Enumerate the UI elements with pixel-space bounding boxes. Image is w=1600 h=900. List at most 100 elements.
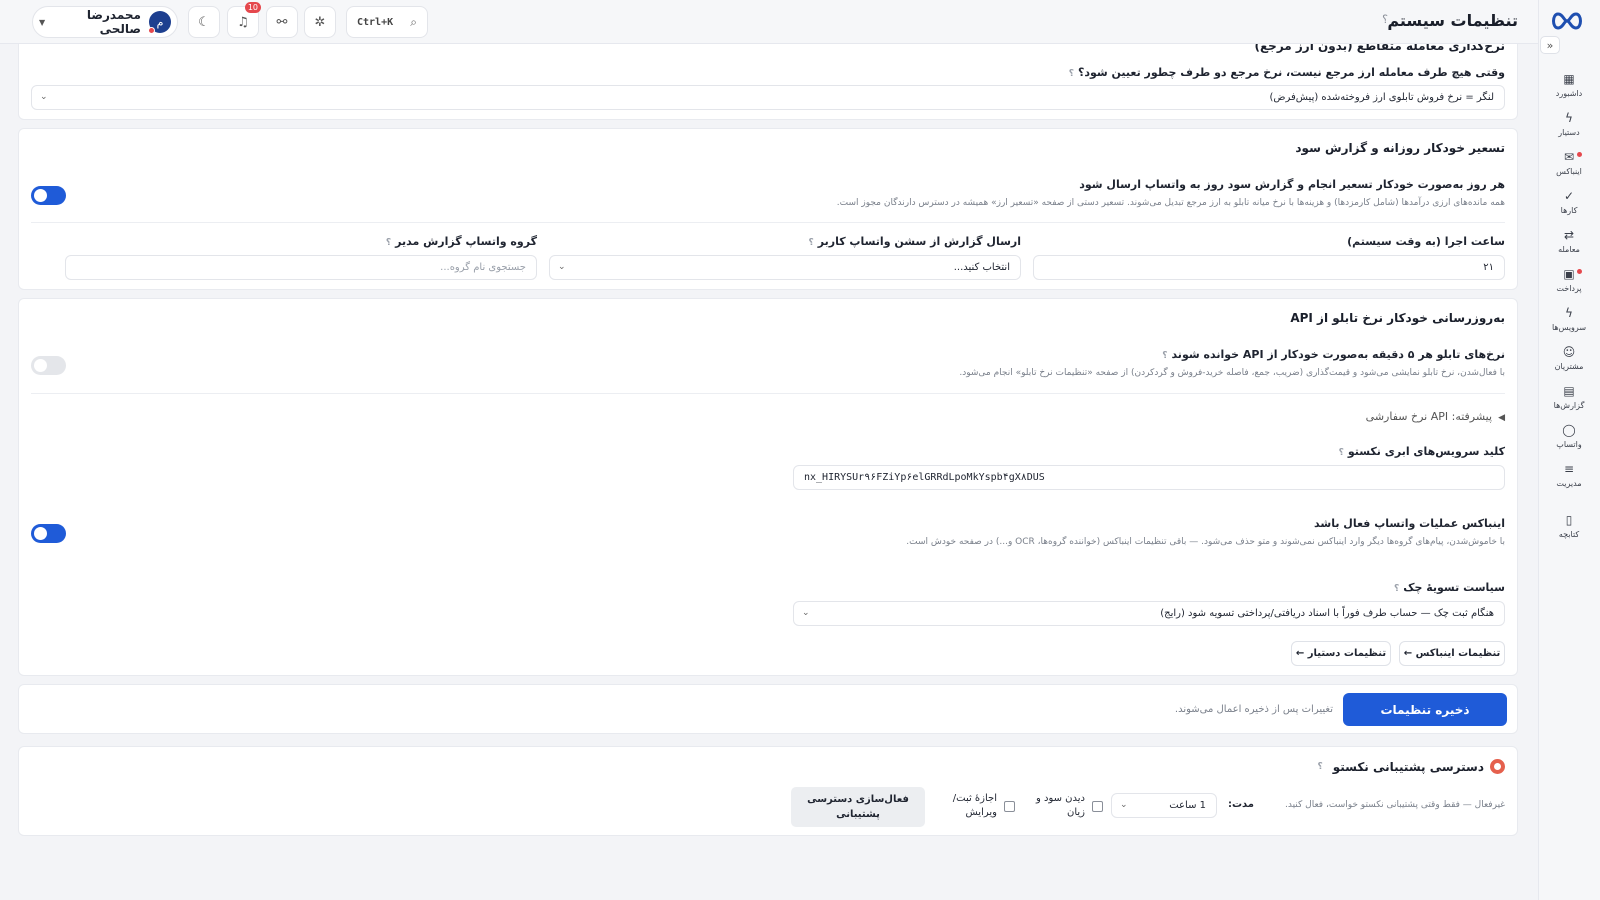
- notifications-button[interactable]: ♫ 10: [227, 2, 261, 38]
- save-settings-button[interactable]: ذخیره تنظیمات: [1343, 693, 1507, 726]
- group-placeholder: جستجوی نام گروه...: [440, 262, 526, 273]
- sidebar-item-admin[interactable]: ≡ مدیریت: [1538, 456, 1600, 495]
- sidebar-item-reports[interactable]: ▤ گزارش‌ها: [1538, 378, 1600, 417]
- chevron-down-icon: ⌄: [558, 262, 566, 272]
- link-icon: ⚯: [276, 14, 288, 30]
- edit-permission-checkbox[interactable]: [1004, 801, 1015, 812]
- cloud-key-input[interactable]: nx_HIRYSUr۹۶FZiYp۶elGRRdLpoMkYspb۴gX۸DUS: [793, 465, 1505, 490]
- sidebar-item-tasks[interactable]: ✓ کارها: [1538, 183, 1600, 222]
- sidebar-item-services[interactable]: ϟ سرویس‌ها: [1538, 300, 1600, 339]
- group-label: گروه واتساپ گزارش مدیر ؟: [386, 235, 537, 248]
- theme-toggle-button[interactable]: ☾: [188, 6, 220, 38]
- daily-revaluation-toggle[interactable]: [31, 186, 66, 205]
- sidebar-item-whatsapp[interactable]: ◯ واتساپ: [1538, 417, 1600, 456]
- duration-label: مدت:: [1227, 799, 1254, 810]
- command-search-button[interactable]: Ctrl+K ⌕: [346, 6, 428, 38]
- api-rates-title: به‌روزرسانی خودکار نرخ تابلو از API: [1290, 311, 1505, 325]
- session-select[interactable]: انتخاب کنید... ⌄: [549, 255, 1021, 280]
- profit-loss-line2: زیان: [1066, 807, 1085, 818]
- assistant-settings-button[interactable]: تنظیمات دستیار ←: [1291, 641, 1391, 666]
- book-icon: ▯: [1565, 513, 1573, 527]
- edit-permission-line2: ویرایش: [965, 807, 997, 818]
- group-search-input[interactable]: جستجوی نام گروه...: [65, 255, 537, 280]
- session-value: انتخاب کنید...: [953, 262, 1010, 273]
- profit-loss-line1: دیدن سود و: [1035, 793, 1085, 804]
- help-icon[interactable]: ؟: [1394, 584, 1399, 594]
- sidebar-item-payment[interactable]: ▣ پرداخت: [1538, 261, 1600, 300]
- notification-badge: 10: [244, 2, 261, 13]
- run-time-label: ساعت اجرا (به وقت سیستم): [1347, 235, 1505, 248]
- bell-icon: ♫: [237, 14, 249, 30]
- sliders-icon: ≡: [1563, 462, 1575, 476]
- edit-permission-label: اجازهٔ ثبت/ویرایش: [937, 792, 997, 820]
- help-icon[interactable]: ؟: [386, 238, 391, 248]
- help-icon[interactable]: ؟: [1069, 69, 1074, 79]
- advanced-api-disclosure[interactable]: ◀ پیشرفته: API نرخ سفارشی: [1366, 410, 1505, 423]
- session-label: ارسال گزارش از سشن واتساپ کاربر؟: [809, 235, 1021, 248]
- inbox-toggle[interactable]: [31, 524, 66, 543]
- cross-rate-title: نرخ‌گذاری معامله متقاطع (بدون ارز مرجع): [1254, 44, 1506, 53]
- daily-revaluation-title: تسعیر خودکار روزانه و گزارش سود: [1295, 141, 1505, 155]
- sidebar-item-inbox[interactable]: ✉ اینباکس: [1538, 144, 1600, 183]
- status-dot: [148, 27, 155, 34]
- top-bar: تنظیمات سیستم ؟ Ctrl+K ⌕ ✲ ⚯ ♫ 10 ☾ م محم…: [0, 0, 1538, 44]
- swap-icon: ⇄: [1563, 228, 1575, 242]
- inbox-icon: ✉: [1563, 150, 1575, 164]
- chevron-down-icon: ⌄: [40, 92, 48, 102]
- app-logo-icon[interactable]: [1550, 10, 1584, 32]
- lifebuoy-icon: [1490, 759, 1505, 774]
- cross-rate-value: لنگر = نرخ فروش تابلوی ارز فروخته‌شده (پ…: [1269, 92, 1494, 103]
- chevron-down-icon: ⌄: [802, 608, 810, 618]
- cross-rate-card: نرخ‌گذاری معامله متقاطع (بدون ارز مرجع) …: [18, 44, 1518, 120]
- cross-rate-select[interactable]: لنگر = نرخ فروش تابلوی ارز فروخته‌شده (پ…: [31, 85, 1505, 110]
- chevron-down-icon: ▼: [39, 17, 46, 27]
- wallet-icon: ▣: [1563, 267, 1575, 281]
- cheque-policy-text: سیاست تسویهٔ چک: [1403, 581, 1505, 594]
- moon-icon: ☾: [198, 14, 210, 30]
- sidebar-item-assistant[interactable]: ϟ دستیار: [1538, 105, 1600, 144]
- run-time-input[interactable]: ۲۱: [1033, 255, 1505, 280]
- api-rates-toggle[interactable]: [31, 356, 66, 375]
- bolt-icon: ϟ: [1565, 111, 1573, 125]
- cheque-policy-select[interactable]: هنگام ثبت چک — حساب طرف فوراً با اسناد د…: [793, 601, 1505, 626]
- sidebar-item-dashboard[interactable]: ▦ داشبورد: [1538, 66, 1600, 105]
- support-title: دسترسی پشتیبانی نکستو ؟: [1317, 759, 1505, 774]
- help-icon[interactable]: ؟: [809, 238, 814, 248]
- divider: [31, 393, 1505, 394]
- chat-icon: ◯: [1562, 423, 1576, 437]
- cheque-policy-label: سیاست تسویهٔ چک ؟: [1394, 581, 1505, 594]
- sidebar-item-trade[interactable]: ⇄ معامله: [1538, 222, 1600, 261]
- user-menu[interactable]: م محمدرضا صالحی ▼: [32, 6, 178, 38]
- duration-value: 1 ساعت: [1169, 800, 1206, 811]
- daily-revaluation-toggle-label: هر روز به‌صورت خودکار تسعیر انجام و گزار…: [1079, 178, 1505, 191]
- sidebar-item-handbook[interactable]: ▯ کتابچه: [1538, 507, 1600, 546]
- activate-support-button[interactable]: فعال‌سازی دسترسی پشتیبانی: [791, 787, 925, 827]
- cloud-key-label: کلید سرویس‌های ابری نکستو؟: [1339, 445, 1505, 458]
- bug-report-button[interactable]: ✲: [304, 6, 336, 38]
- inbox-toggle-hint: با خاموش‌شدن، پیام‌های گروه‌ها دیگر وارد…: [906, 537, 1505, 547]
- user-name: محمدرضا صالحی: [86, 8, 141, 36]
- help-icon[interactable]: ؟: [1317, 762, 1322, 772]
- profit-loss-label: دیدن سود و زیان: [1031, 792, 1085, 820]
- profit-loss-checkbox[interactable]: [1092, 801, 1103, 812]
- bolt-icon: ϟ: [1565, 306, 1573, 320]
- link-button[interactable]: ⚯: [266, 6, 298, 38]
- session-label-text: ارسال گزارش از سشن واتساپ کاربر: [817, 235, 1021, 248]
- sidebar-item-customers[interactable]: ☺ مشتریان: [1538, 339, 1600, 378]
- inbox-toggle-label: اینباکس عملیات واتساپ فعال باشد: [1314, 517, 1505, 530]
- cloud-key-label-text: کلید سرویس‌های ابری نکستو: [1347, 445, 1505, 458]
- inbox-settings-button[interactable]: تنظیمات اینباکس ←: [1399, 641, 1505, 666]
- users-icon: ☺: [1562, 345, 1576, 359]
- divider: [31, 222, 1505, 223]
- help-icon[interactable]: ؟: [1382, 13, 1388, 26]
- triangle-left-icon: ◀: [1498, 413, 1505, 423]
- cross-rate-question-label: وقتی هیچ طرف معامله ارز مرجع نیست، نرخ م…: [1069, 66, 1505, 79]
- duration-select[interactable]: 1 ساعت ⌄: [1111, 793, 1217, 818]
- api-rates-toggle-text: نرخ‌های تابلو هر ۵ دقیقه به‌صورت خودکار …: [1171, 348, 1505, 361]
- support-status: غیرفعال — فقط وقتی پشتیبانی نکستو خواست،…: [1285, 800, 1505, 810]
- sidebar-collapse-button[interactable]: «: [1540, 36, 1560, 54]
- help-icon[interactable]: ؟: [1162, 351, 1167, 361]
- report-icon: ▤: [1563, 384, 1575, 398]
- help-icon[interactable]: ؟: [1339, 448, 1344, 458]
